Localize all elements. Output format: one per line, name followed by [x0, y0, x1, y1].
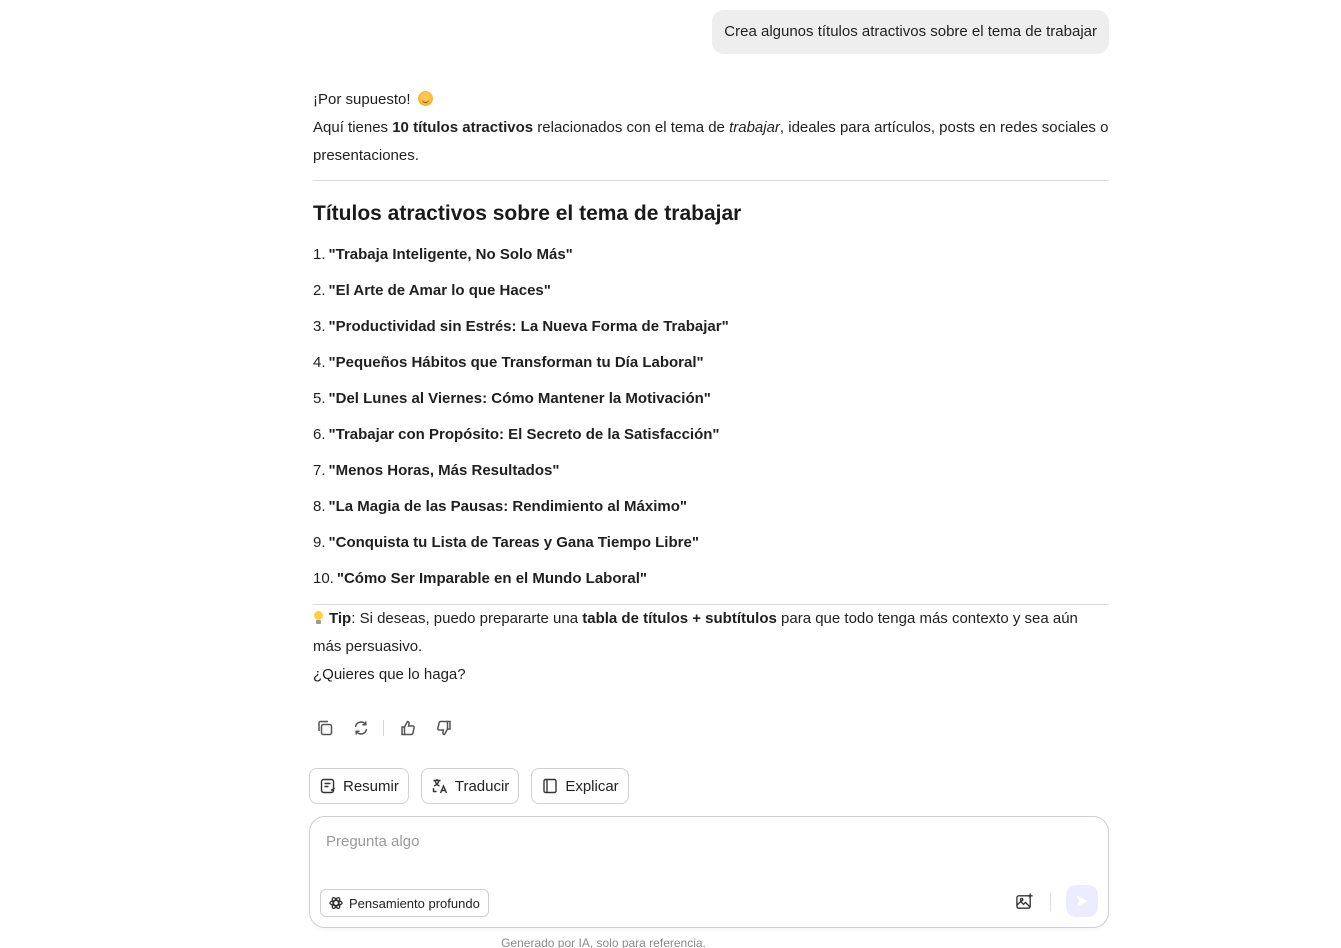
copy-button[interactable] [313, 716, 337, 740]
send-button[interactable] [1066, 885, 1098, 917]
smile-emoji-icon [417, 91, 433, 106]
thumbs-up-icon [401, 720, 415, 736]
image-add-icon [1015, 892, 1033, 909]
translate-button[interactable]: Traducir [420, 768, 520, 804]
like-button[interactable] [396, 716, 420, 740]
quick-actions: Resumir Traducir Explicar [309, 768, 629, 804]
regenerate-button[interactable] [349, 716, 373, 740]
user-message: Crea algunos títulos atractivos sobre el… [712, 10, 1109, 54]
composer-divider [1050, 893, 1051, 911]
list-item: 8. "La Magia de las Pausas: Rendimiento a… [313, 498, 688, 515]
lightbulb-icon [313, 611, 323, 625]
book-icon [543, 778, 558, 794]
thumbs-down-icon [437, 720, 451, 736]
explain-button[interactable]: Explicar [531, 768, 629, 804]
list-item: 1. "Trabaja Inteligente, No Solo Más" [313, 246, 573, 263]
greeting: ¡Por supuesto! [313, 86, 1109, 114]
atom-icon [329, 897, 343, 909]
refresh-icon [354, 721, 368, 735]
summarize-icon [320, 778, 335, 794]
dislike-button[interactable] [432, 716, 456, 740]
message-composer: Pensamiento profundo [309, 816, 1109, 928]
list-item: 3. "Productividad sin Estrés: La Nueva Fo… [313, 318, 729, 335]
intro-paragraph: Aquí tienes 10 títulos atractivos relaci… [313, 119, 1109, 164]
assistant-message: ¡Por supuesto! Aquí tienes 10 títulos at… [313, 86, 1109, 689]
follow-up-question: ¿Quieres que lo haga? [313, 666, 466, 683]
list-item: 2. "El Arte de Amar lo que Haces" [313, 282, 551, 299]
list-item: 7. "Menos Horas, Más Resultados" [313, 462, 560, 479]
translate-icon [432, 779, 447, 794]
image-upload-button[interactable] [1012, 889, 1036, 913]
list-item: 4. "Pequeños Hábitos que Transforman tu D… [313, 354, 704, 371]
message-input[interactable] [326, 833, 1026, 850]
ai-disclaimer: Generado por IA, solo para referencia. [501, 936, 706, 948]
list-item: 5. "Del Lunes al Viernes: Cómo Mantener l… [313, 390, 711, 407]
deep-thinking-toggle[interactable]: Pensamiento profundo [320, 889, 489, 917]
copy-icon [318, 720, 333, 736]
message-actions [313, 716, 468, 740]
list-item: 6. "Trabajar con Propósito: El Secreto de… [313, 426, 720, 443]
titles-list: 1. "Trabaja Inteligente, No Solo Más" 2. "… [313, 237, 1109, 597]
summarize-button[interactable]: Resumir [309, 768, 409, 804]
actions-divider [383, 720, 384, 736]
section-heading: Títulos atractivos sobre el tema de trab… [313, 202, 742, 225]
list-item: 9. "Conquista tu Lista de Tareas y Gana T… [313, 534, 699, 551]
tip-paragraph: Tip: Si deseas, puedo prepararte una tab… [313, 610, 1078, 655]
send-icon [1077, 895, 1088, 907]
list-item: 10. "Cómo Ser Imparable en el Mundo Labor… [313, 570, 647, 587]
divider [313, 180, 1109, 181]
